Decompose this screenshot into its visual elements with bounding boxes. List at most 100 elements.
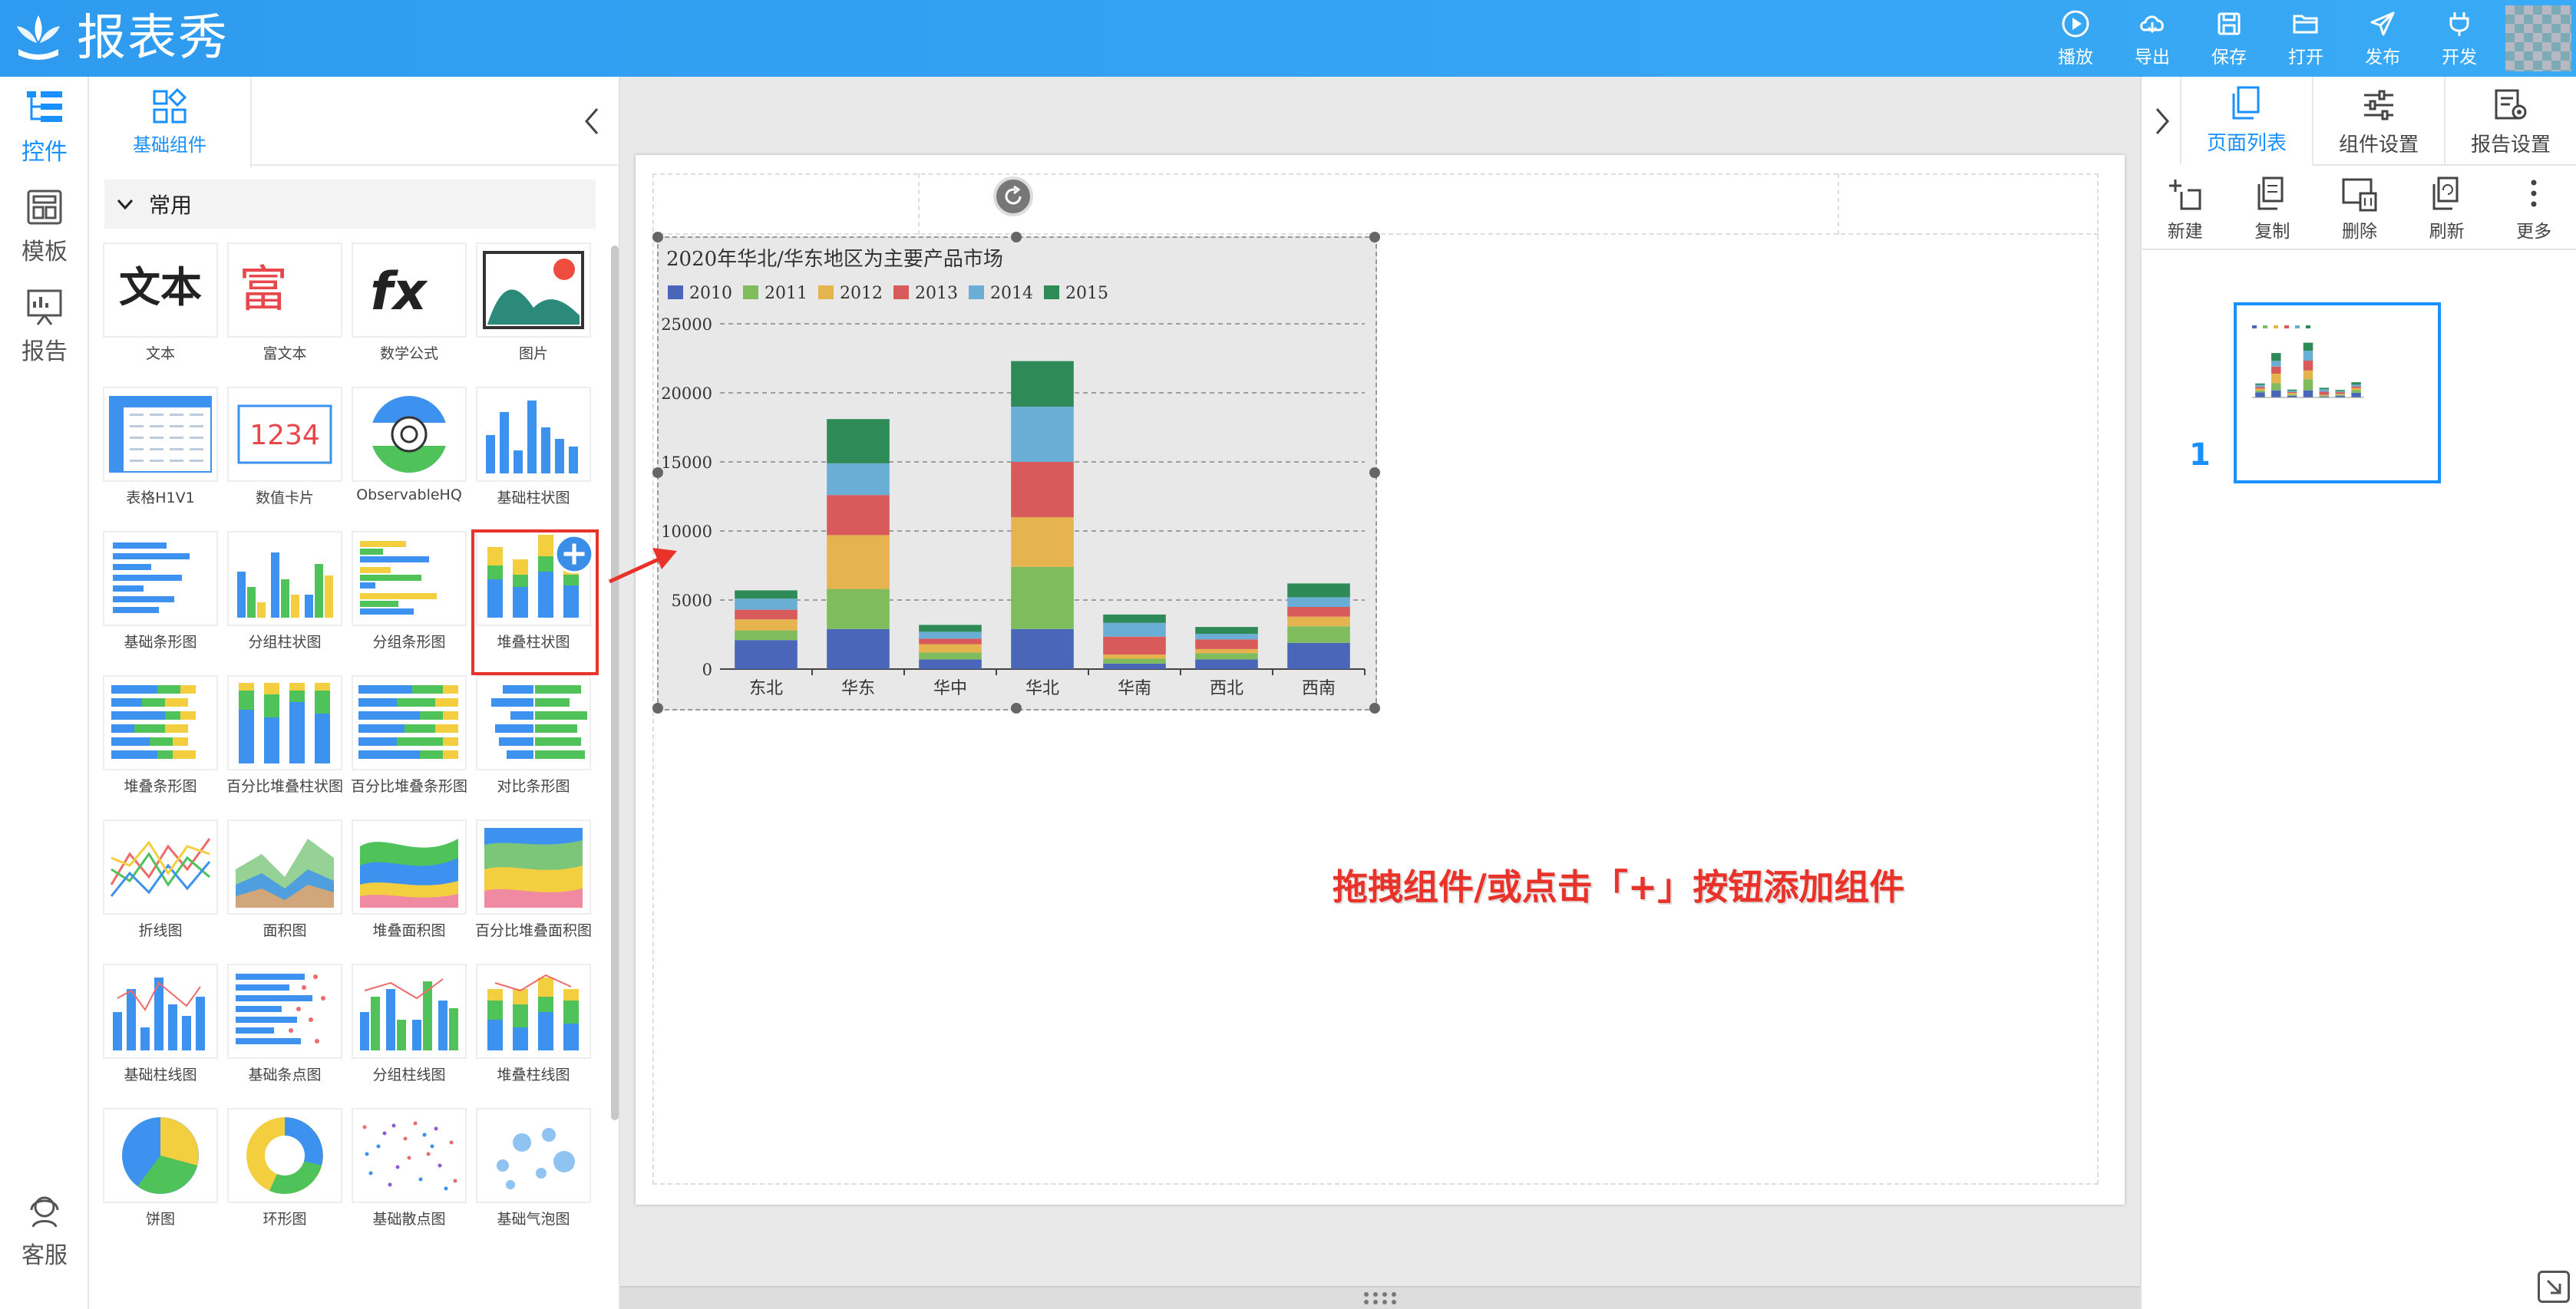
copy-page-button[interactable]: 复制 (2229, 167, 2317, 250)
bar-segment[interactable] (827, 463, 890, 496)
bar-segment[interactable] (1103, 614, 1166, 623)
resize-handle[interactable] (652, 703, 663, 714)
bar-segment[interactable] (1011, 407, 1074, 462)
export-button[interactable]: 导出 (2114, 0, 2191, 77)
component-6[interactable]: 1234 数值卡片 (224, 387, 348, 529)
bar-segment[interactable] (735, 640, 798, 669)
delete-page-button[interactable]: 删除 (2316, 167, 2403, 250)
bar-segment[interactable] (1011, 517, 1074, 567)
component-16[interactable]: 对比条形图 (473, 675, 597, 818)
tab-basic-components[interactable]: 基础组件 (89, 77, 252, 167)
bar-segment[interactable] (919, 659, 982, 669)
bar-segment[interactable] (827, 419, 890, 463)
collapse-panel-icon[interactable] (576, 100, 606, 143)
bar-segment[interactable] (735, 609, 798, 620)
component-12[interactable]: 堆叠柱状图 (471, 529, 599, 675)
tab-component-settings[interactable]: 组件设置 (2312, 77, 2444, 166)
nav-customer-service[interactable]: 客服 (0, 1180, 89, 1280)
component-25[interactable]: 饼图 (100, 1108, 224, 1251)
component-1[interactable]: 文本 文本 (100, 242, 224, 385)
report-page[interactable]: 2020年华北/华东地区为主要产品市场 2010 2011 2012 2013 2014 2… (636, 155, 2125, 1205)
nav-templates[interactable]: 模板 (0, 176, 89, 276)
legend-item[interactable]: 2013 (893, 284, 958, 303)
bar-segment[interactable] (919, 625, 982, 632)
bar-segment[interactable] (1103, 622, 1166, 637)
component-27[interactable]: 基础散点图 (348, 1108, 473, 1251)
component-10[interactable]: 分组柱状图 (224, 531, 348, 674)
component-20[interactable]: 百分比堆叠面积图 (473, 819, 597, 962)
resize-handle[interactable] (1369, 467, 1380, 478)
bar-segment[interactable] (735, 590, 798, 599)
bar-segment[interactable] (735, 598, 798, 610)
legend-item[interactable]: 2011 (743, 284, 807, 303)
bar-segment[interactable] (1287, 583, 1350, 598)
bar-segment[interactable] (1195, 653, 1258, 660)
bar-segment[interactable] (1103, 636, 1166, 655)
stacked-bar-chart[interactable]: 2020年华北/华东地区为主要产品市场 2010 2011 2012 2013 2014 2… (652, 232, 1380, 714)
bar-segment[interactable] (827, 535, 890, 589)
component-11[interactable]: 分组条形图 (348, 531, 473, 674)
bar-segment[interactable] (827, 495, 890, 536)
nav-reports[interactable]: 报告 (0, 276, 89, 376)
legend-item[interactable]: 2012 (818, 284, 883, 303)
component-8[interactable]: 基础柱状图 (473, 387, 597, 529)
component-21[interactable]: 基础柱线图 (100, 964, 224, 1106)
bar-segment[interactable] (1287, 616, 1350, 627)
play-button[interactable]: 播放 (2037, 0, 2114, 77)
bar-segment[interactable] (1011, 462, 1074, 517)
legend-item[interactable]: 2010 (668, 284, 732, 303)
bar-segment[interactable] (1011, 566, 1074, 629)
legend-item[interactable]: 2014 (969, 284, 1033, 303)
component-24[interactable]: 堆叠柱线图 (473, 964, 597, 1106)
bar-segment[interactable] (1287, 597, 1350, 607)
bar-segment[interactable] (1103, 663, 1166, 669)
group-header-common[interactable]: 常用 (104, 180, 596, 229)
bar-segment[interactable] (919, 652, 982, 660)
bar-segment[interactable] (919, 644, 982, 653)
bar-segment[interactable] (919, 638, 982, 645)
save-button[interactable]: 保存 (2191, 0, 2267, 77)
resize-handle[interactable] (1369, 703, 1380, 714)
more-button[interactable]: 更多 (2490, 167, 2576, 250)
bar-segment[interactable] (1195, 627, 1258, 635)
component-2[interactable]: 富富文本 (224, 242, 348, 385)
component-23[interactable]: 分组柱线图 (348, 964, 473, 1106)
component-26[interactable]: 环形图 (224, 1108, 348, 1251)
tab-report-settings[interactable]: 报告设置 (2444, 77, 2576, 166)
component-13[interactable]: 堆叠条形图 (100, 675, 224, 818)
refresh-page-button[interactable]: 刷新 (2403, 167, 2491, 250)
bar-segment[interactable] (1287, 607, 1350, 617)
develop-button[interactable]: 开发 (2421, 0, 2498, 77)
rotate-handle[interactable] (993, 176, 1033, 216)
component-17[interactable]: 折线图 (100, 819, 224, 962)
bar-segment[interactable] (827, 628, 890, 669)
bar-segment[interactable] (735, 630, 798, 641)
nav-controls[interactable]: 控件 (0, 77, 89, 176)
bar-segment[interactable] (1195, 634, 1258, 640)
component-4[interactable]: 图片 (473, 242, 597, 385)
component-3[interactable]: fx 数学公式 (348, 242, 473, 385)
bar-segment[interactable] (919, 631, 982, 639)
page-thumbnail[interactable] (2234, 302, 2441, 483)
bar-segment[interactable] (1287, 626, 1350, 643)
bar-segment[interactable] (1011, 628, 1074, 669)
bar-segment[interactable] (1011, 361, 1074, 407)
resize-handle[interactable] (652, 232, 663, 242)
bar-segment[interactable] (1195, 648, 1258, 654)
component-5[interactable]: 表格H1V1 (100, 387, 224, 529)
component-28[interactable]: 基础气泡图 (473, 1108, 597, 1251)
resize-handle[interactable] (1011, 703, 1022, 714)
new-page-button[interactable]: 新建 (2142, 167, 2229, 250)
bar-segment[interactable] (827, 589, 890, 629)
bottom-resize-handle[interactable] (620, 1286, 2140, 1309)
expand-panel-icon[interactable] (2148, 100, 2178, 143)
component-9[interactable]: 基础条形图 (100, 531, 224, 674)
resize-handle[interactable] (1369, 232, 1380, 242)
bar-segment[interactable] (1287, 642, 1350, 669)
resize-handle[interactable] (1011, 232, 1022, 242)
publish-button[interactable]: 发布 (2344, 0, 2421, 77)
bar-segment[interactable] (1103, 658, 1166, 664)
add-plus-icon[interactable] (554, 534, 594, 574)
fullscreen-toggle[interactable] (2538, 1271, 2570, 1303)
component-19[interactable]: 堆叠面积图 (348, 819, 473, 962)
